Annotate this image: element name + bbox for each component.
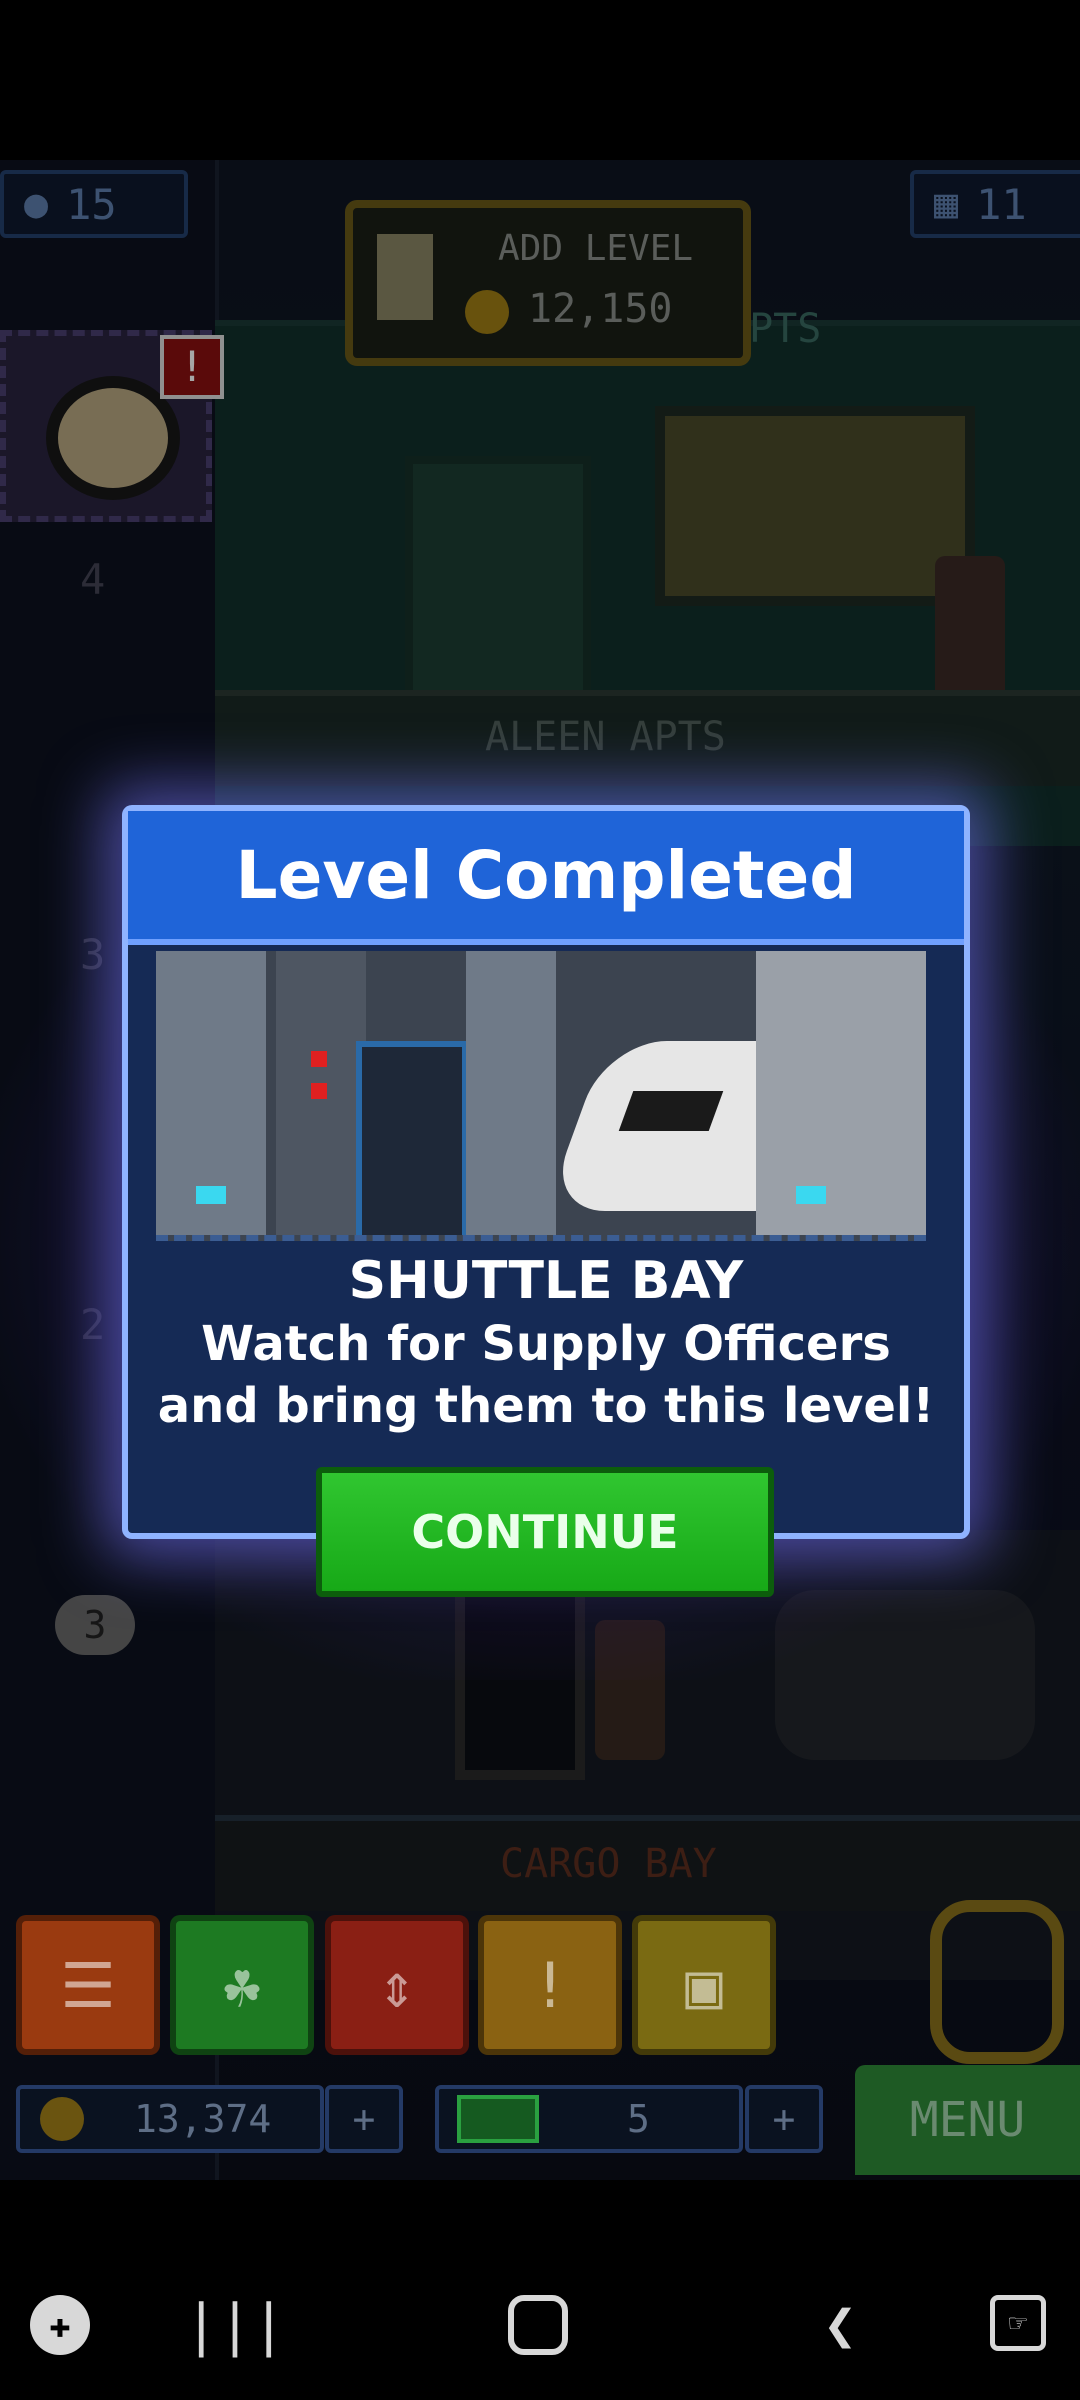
bay-wall-right	[466, 951, 556, 1235]
level-name: SHUTTLE BAY	[348, 1251, 744, 1311]
menu-button[interactable]: MENU	[855, 2065, 1080, 2175]
bux-icon	[457, 2095, 539, 2143]
coin-count: 13,374	[134, 2097, 272, 2141]
shuttle-bay-preview	[156, 951, 926, 1241]
floors-list-button[interactable]: ☰	[16, 1915, 160, 2055]
continue-label: CONTINUE	[411, 1505, 679, 1559]
level-description: Watch for Supply Officers and bring them…	[128, 1313, 964, 1437]
aliens-button[interactable]: ☘	[170, 1915, 314, 2055]
alien-icon: ☘	[223, 1948, 261, 2022]
bay-panel	[276, 951, 366, 1235]
alerts-button[interactable]: !	[478, 1915, 622, 2055]
crates-button[interactable]: ▣	[632, 1915, 776, 2055]
back-icon[interactable]: ❮	[815, 2293, 865, 2358]
cyan-light-icon	[196, 1186, 226, 1204]
red-light-icon	[311, 1083, 327, 1099]
recents-icon[interactable]: |||	[184, 2293, 285, 2358]
dialog-title: Level Completed	[128, 811, 964, 945]
bitizen-key-icon[interactable]	[930, 1900, 1064, 2064]
screenshot-icon[interactable]: ☞	[990, 2295, 1046, 2351]
red-light-icon	[311, 1051, 327, 1067]
coins-display: 13,374	[16, 2085, 324, 2153]
add-coins-button[interactable]: +	[325, 2085, 403, 2153]
home-icon[interactable]	[508, 2295, 568, 2355]
plus-icon: +	[772, 2097, 796, 2141]
list-icon: ☰	[60, 1948, 116, 2022]
game-launcher-icon[interactable]: ✚	[30, 2295, 90, 2355]
plus-icon: +	[352, 2097, 376, 2141]
description-line-1: Watch for Supply Officers	[201, 1316, 891, 1372]
elevator-button[interactable]: ⇕	[325, 1915, 469, 2055]
bay-door	[356, 1041, 468, 1235]
coin-icon	[40, 2097, 84, 2141]
alert-icon: !	[531, 1948, 569, 2022]
add-bux-button[interactable]: +	[745, 2085, 823, 2153]
description-line-2: and bring them to this level!	[157, 1378, 935, 1434]
bux-count: 5	[627, 2097, 650, 2141]
level-completed-dialog: Level Completed SHUTTLE BAY Watch for Su…	[122, 805, 970, 1539]
menu-label: MENU	[909, 2092, 1026, 2148]
bux-display: 5	[435, 2085, 743, 2153]
crate-icon: ▣	[685, 1948, 723, 2022]
elevator-icon: ⇕	[378, 1948, 416, 2022]
shuttle-window	[618, 1091, 724, 1131]
continue-button[interactable]: CONTINUE	[316, 1467, 774, 1597]
bay-machine	[756, 951, 926, 1235]
cyan-light-icon	[796, 1186, 826, 1204]
